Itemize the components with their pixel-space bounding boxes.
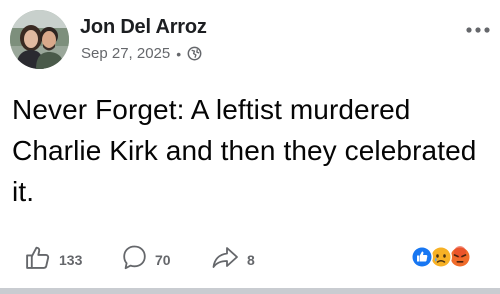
- post-card: Jon Del Arroz Sep 27, 2025 • Never Forge…: [0, 0, 500, 294]
- post-date[interactable]: Sep 27, 2025: [81, 45, 170, 62]
- avatar[interactable]: [10, 10, 69, 69]
- post-divider: [0, 288, 500, 294]
- thumbs-up-icon: [24, 244, 51, 276]
- more-horizontal-icon[interactable]: [466, 21, 490, 33]
- share-arrow-icon: [211, 244, 239, 276]
- share-button[interactable]: 8: [211, 244, 255, 276]
- like-count: 133: [59, 252, 83, 268]
- comment-button[interactable]: 70: [122, 244, 171, 276]
- comment-count: 70: [155, 252, 171, 268]
- share-count: 8: [247, 252, 255, 268]
- post-meta: Sep 27, 2025 •: [81, 45, 202, 62]
- like-button[interactable]: 133: [24, 244, 82, 276]
- post-text: Never Forget: A leftist murdered Charlie…: [12, 94, 477, 207]
- sad-reaction-icon: [430, 246, 452, 268]
- angry-reaction-icon: [449, 246, 471, 268]
- globe-icon: [187, 46, 202, 61]
- like-reaction-icon: [411, 246, 433, 268]
- reaction-summary[interactable]: [409, 244, 473, 270]
- meta-separator: •: [176, 45, 182, 62]
- author-name[interactable]: Jon Del Arroz: [80, 16, 207, 39]
- comment-icon: [122, 244, 147, 276]
- avatar-image: [10, 10, 69, 69]
